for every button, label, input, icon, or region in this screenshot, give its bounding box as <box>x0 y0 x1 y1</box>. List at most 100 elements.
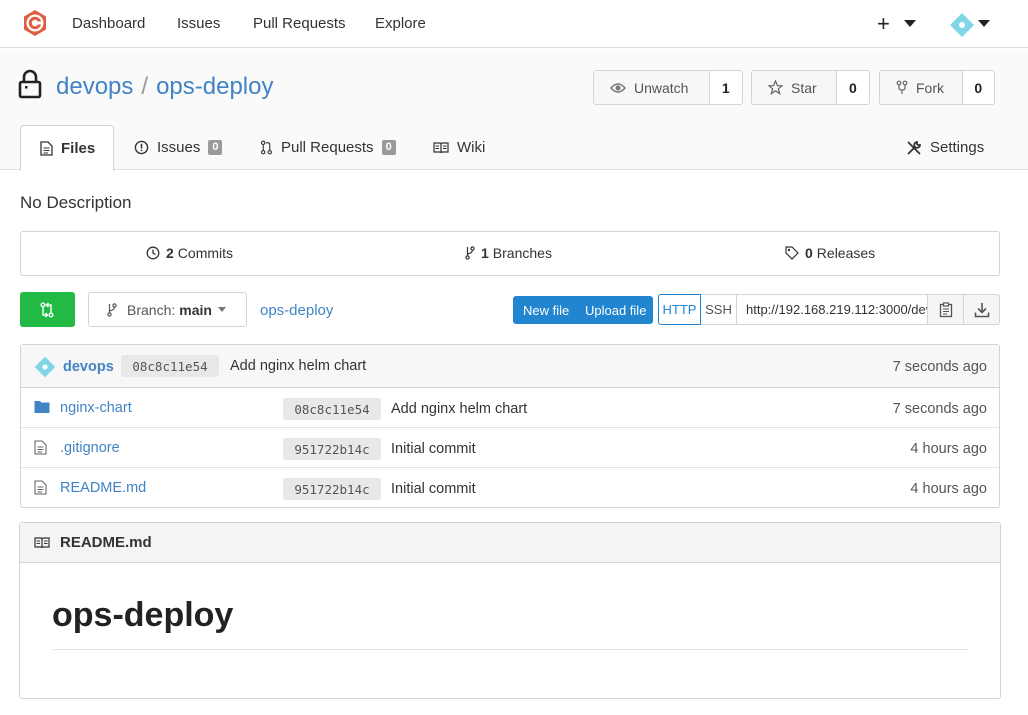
clone-url-input[interactable]: http://192.168.219.112:3000/devops/ops-d… <box>737 294 928 325</box>
table-row: nginx-chart 08c8c11e54 Add nginx helm ch… <box>21 388 999 428</box>
repo-stats-bar: 2 Commits 1 Branches 0 Releases <box>20 231 1000 276</box>
fork-icon <box>896 80 908 94</box>
latest-commit-header: devops 08c8c11e54 Add nginx helm chart 7… <box>21 345 999 388</box>
issue-opened-icon <box>134 140 149 155</box>
tab-issues[interactable]: Issues 0 <box>134 125 223 170</box>
repo-owner-link[interactable]: devops <box>56 73 133 100</box>
chevron-down-icon[interactable] <box>978 20 990 27</box>
plus-icon[interactable]: + <box>877 11 890 37</box>
new-file-button[interactable]: New file <box>513 296 575 324</box>
file-commit-message[interactable]: Initial commit <box>391 481 476 497</box>
file-commit-sha[interactable]: 951722b14c <box>283 438 381 460</box>
file-actions: New file Upload file <box>513 296 653 324</box>
history-icon <box>146 246 160 260</box>
file-commit-time: 4 hours ago <box>910 481 987 497</box>
file-name-link[interactable]: README.md <box>60 480 146 496</box>
fork-button[interactable]: Fork <box>880 71 963 104</box>
branches-label: Branches <box>492 245 552 261</box>
fork-label: Fork <box>916 79 944 96</box>
repo-header: devops / ops-deploy Unwatch 1 Star 0 Fork … <box>0 49 1028 171</box>
tab-settings[interactable]: Settings <box>906 125 984 170</box>
star-label: Star <box>791 79 817 96</box>
star-count[interactable]: 0 <box>837 71 869 104</box>
ssh-clone-button[interactable]: SSH <box>701 294 737 325</box>
branch-selector[interactable]: Branch: main <box>88 292 247 327</box>
star-icon <box>768 80 783 95</box>
readme-heading: ops-deploy <box>52 596 234 634</box>
file-commit-message[interactable]: Initial commit <box>391 441 476 457</box>
unwatch-label: Unwatch <box>634 79 689 96</box>
repo-name-link[interactable]: ops-deploy <box>156 73 273 100</box>
http-clone-button[interactable]: HTTP <box>658 294 701 325</box>
tab-wiki[interactable]: Wiki <box>433 125 485 170</box>
tab-files[interactable]: Files <box>20 125 114 171</box>
file-commit-time: 4 hours ago <box>910 441 987 457</box>
breadcrumb[interactable]: ops-deploy <box>260 302 333 319</box>
tab-pull-requests[interactable]: Pull Requests 0 <box>260 125 396 170</box>
compare-pull-button[interactable] <box>20 292 75 327</box>
table-row: .gitignore 951722b14c Initial commit 4 h… <box>21 428 999 468</box>
file-icon <box>34 440 47 455</box>
commit-sha-label[interactable]: 08c8c11e54 <box>121 355 219 377</box>
nav-issues[interactable]: Issues <box>177 15 220 32</box>
file-name-link[interactable]: nginx-chart <box>60 400 132 416</box>
branch-name: main <box>179 301 212 318</box>
folder-icon <box>34 401 50 413</box>
nav-pull-requests[interactable]: Pull Requests <box>253 15 346 32</box>
nav-explore[interactable]: Explore <box>375 15 426 32</box>
chevron-down-icon <box>217 307 226 312</box>
copy-url-button[interactable] <box>928 294 964 325</box>
top-navbar: Dashboard Issues Pull Requests Explore + <box>0 0 1028 48</box>
tab-wiki-label: Wiki <box>457 139 486 156</box>
commits-stat[interactable]: 2 Commits <box>146 245 233 261</box>
readme-filename: README.md <box>60 534 152 551</box>
file-commit-sha[interactable]: 951722b14c <box>283 478 381 500</box>
tab-files-label: Files <box>61 140 96 157</box>
fork-count[interactable]: 0 <box>963 71 994 104</box>
download-button[interactable] <box>964 294 1000 325</box>
avatar[interactable] <box>33 355 57 379</box>
upload-file-button[interactable]: Upload file <box>575 296 653 324</box>
branches-count: 1 <box>481 245 489 261</box>
git-branch-icon <box>107 302 117 317</box>
avatar[interactable] <box>948 11 976 39</box>
unwatch-button[interactable]: Unwatch <box>594 71 710 104</box>
pulls-count-badge: 0 <box>381 140 396 155</box>
fork-button-group: Fork 0 <box>879 70 995 105</box>
releases-label: Releases <box>816 245 876 261</box>
lock-icon <box>18 69 42 99</box>
star-button[interactable]: Star <box>752 71 837 104</box>
file-commit-sha[interactable]: 08c8c11e54 <box>283 398 381 420</box>
tools-icon <box>907 140 921 155</box>
readme-divider <box>52 649 968 650</box>
tab-pull-requests-label: Pull Requests <box>281 139 374 156</box>
file-commit-time: 7 seconds ago <box>892 401 987 417</box>
nav-dashboard[interactable]: Dashboard <box>72 15 145 32</box>
table-row: README.md 951722b14c Initial commit 4 ho… <box>21 468 999 508</box>
watch-count[interactable]: 1 <box>710 71 742 104</box>
download-icon <box>974 302 989 317</box>
file-commit-message[interactable]: Add nginx helm chart <box>391 401 527 417</box>
sync-icon <box>40 302 54 318</box>
commit-time: 7 seconds ago <box>892 359 987 375</box>
commit-message: Add nginx helm chart <box>230 358 367 374</box>
releases-count: 0 <box>805 245 813 261</box>
commit-author-link[interactable]: devops <box>63 359 114 375</box>
repo-title: devops / ops-deploy <box>56 73 273 101</box>
git-pull-request-icon <box>260 140 273 155</box>
gitea-logo-icon[interactable] <box>21 9 49 37</box>
branch-prefix: Branch: <box>127 301 176 318</box>
file-name-link[interactable]: .gitignore <box>60 440 120 456</box>
tab-settings-label: Settings <box>930 139 985 156</box>
star-button-group: Star 0 <box>751 70 870 105</box>
file-table: devops 08c8c11e54 Add nginx helm chart 7… <box>20 344 1000 508</box>
git-branch-icon <box>465 246 475 260</box>
book-icon <box>433 141 449 153</box>
file-icon <box>34 480 47 495</box>
issues-count-badge: 0 <box>208 140 223 155</box>
branches-stat[interactable]: 1 Branches <box>465 245 552 261</box>
chevron-down-icon[interactable] <box>904 20 916 27</box>
readme-panel: README.md ops-deploy <box>19 522 1001 699</box>
tab-issues-label: Issues <box>157 139 201 156</box>
releases-stat[interactable]: 0 Releases <box>785 245 875 261</box>
